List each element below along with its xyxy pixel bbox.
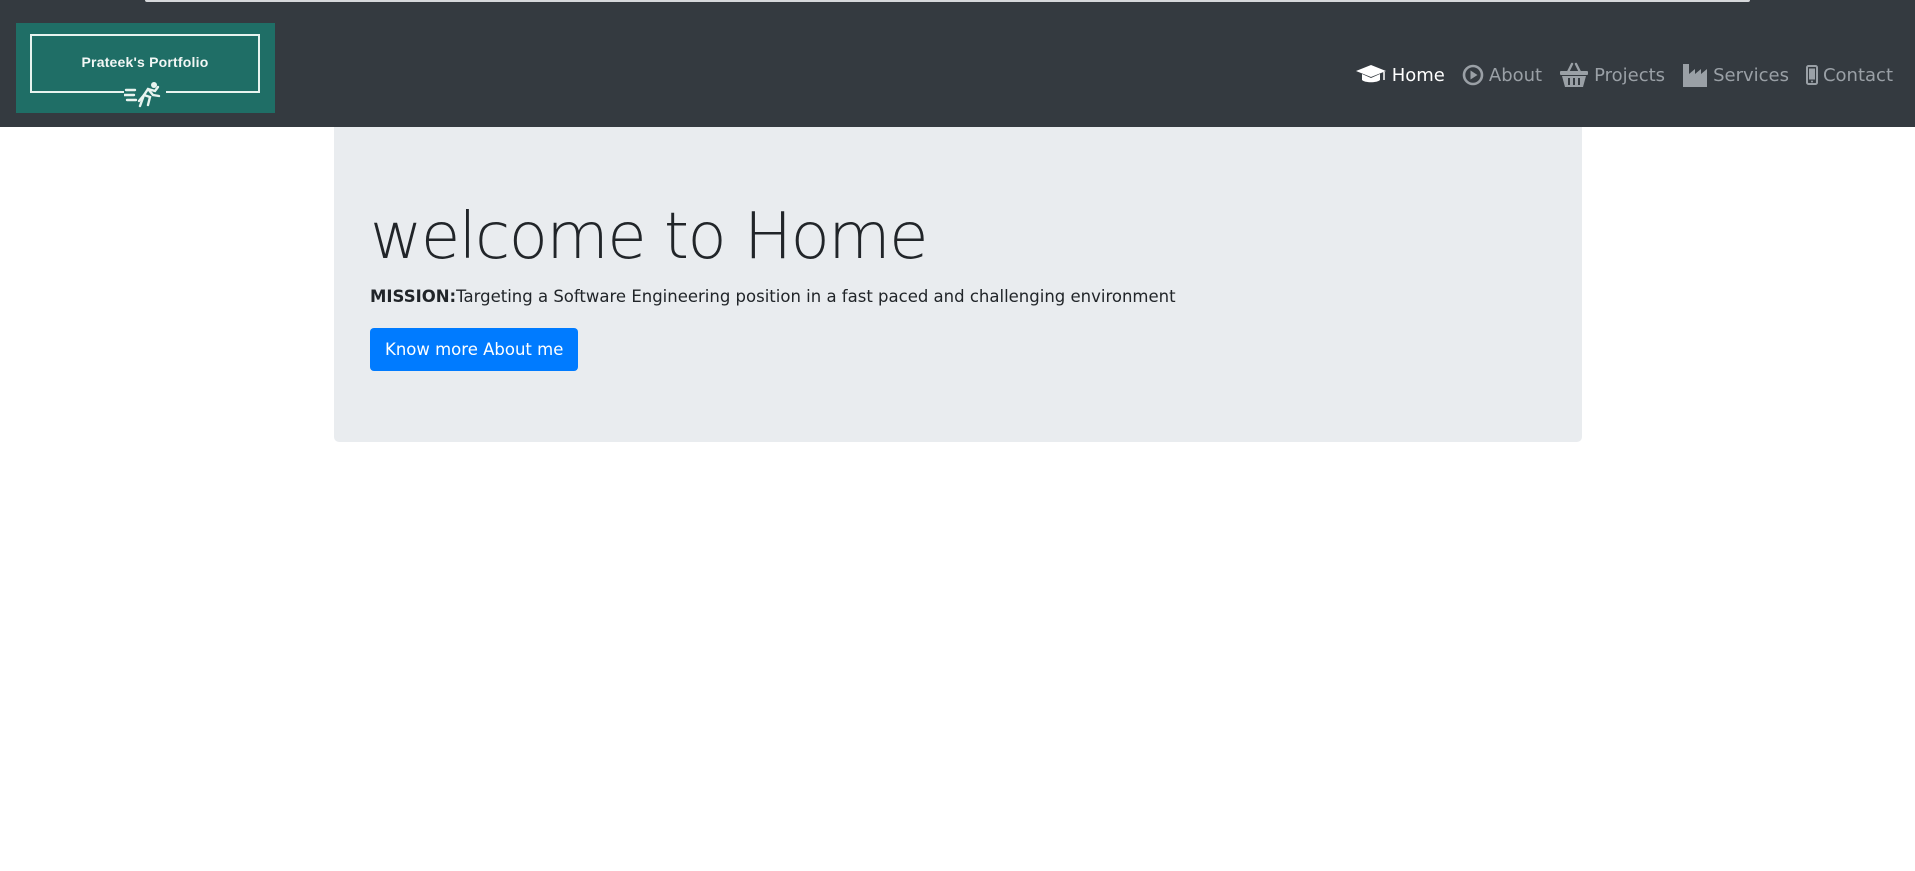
logo-text: Prateek's Portfolio <box>81 54 209 70</box>
nav-services[interactable]: Services <box>1682 62 1789 88</box>
main-nav: Home About Projects Services Contact <box>1338 55 1893 95</box>
nav-services-label: Services <box>1713 64 1789 86</box>
top-strip <box>0 0 1915 8</box>
graduation-cap-icon <box>1355 63 1387 87</box>
page-title: welcome to Home <box>370 200 929 274</box>
nav-about[interactable]: About <box>1462 64 1542 86</box>
mission-label: MISSION: <box>370 287 457 306</box>
play-circle-icon <box>1462 64 1484 86</box>
horizontal-scrollbar[interactable] <box>145 0 1750 2</box>
logo-frame-bottom-right <box>166 91 260 93</box>
running-man-icon <box>124 82 161 108</box>
navbar: Prateek's Portfolio Home About Projects … <box>0 8 1915 127</box>
industry-icon <box>1682 62 1708 88</box>
shopping-basket-icon <box>1559 62 1589 88</box>
mobile-phone-icon <box>1805 65 1818 85</box>
hero-jumbotron: welcome to Home MISSION:Targeting a Soft… <box>334 127 1582 442</box>
mission-statement: MISSION:Targeting a Software Engineering… <box>370 287 1176 306</box>
mission-text: Targeting a Software Engineering positio… <box>456 287 1176 306</box>
nav-projects-label: Projects <box>1594 64 1666 86</box>
nav-about-label: About <box>1488 64 1543 86</box>
nav-home-label: Home <box>1391 64 1445 86</box>
logo-frame-bottom-left <box>30 91 124 93</box>
nav-home[interactable]: Home <box>1355 63 1445 87</box>
nav-projects[interactable]: Projects <box>1559 62 1665 88</box>
nav-contact[interactable]: Contact <box>1805 64 1893 86</box>
nav-contact-label: Contact <box>1822 64 1893 86</box>
brand-logo[interactable]: Prateek's Portfolio <box>16 23 275 113</box>
know-more-button[interactable]: Know more About me <box>370 328 579 371</box>
